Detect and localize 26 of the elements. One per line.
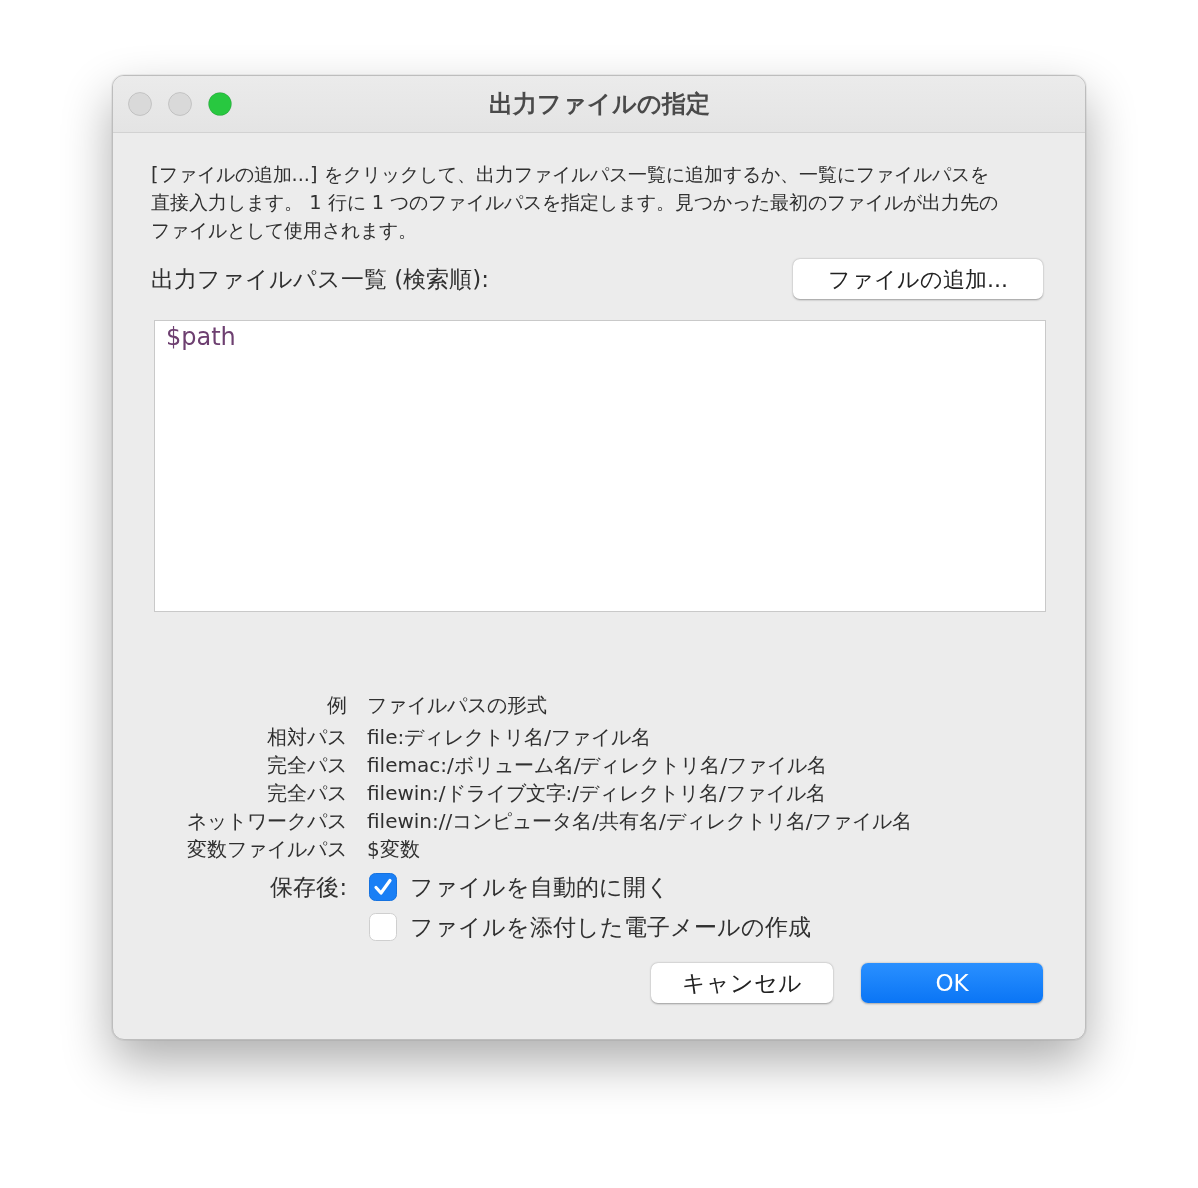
path-type-label: 相対パス — [266, 724, 347, 751]
checkbox-label[interactable]: ファイルを自動的に開く — [410, 873, 670, 901]
window-title: 出力ファイルの指定 — [488, 90, 710, 118]
close-button[interactable] — [128, 92, 152, 116]
cancel-button[interactable]: キャンセル — [651, 963, 833, 1003]
path-format-text: $変数 — [367, 836, 421, 863]
checkbox[interactable] — [369, 873, 397, 901]
path-type-label: 変数ファイルパス — [186, 836, 347, 863]
path-format-text: file:ディレクトリ名/ファイル名 — [367, 724, 652, 751]
path-format-text: filewin:/ドライブ文字:/ディレクトリ名/ファイル名 — [367, 780, 827, 807]
path-format-text: filemac:/ボリューム名/ディレクトリ名/ファイル名 — [367, 752, 829, 779]
path-list-label: 出力ファイルパス一覧 (検索順): — [151, 264, 489, 294]
checkbox-label[interactable]: ファイルを添付した電子メールの作成 — [410, 913, 811, 941]
after-save-label: 保存後: — [269, 873, 347, 901]
add-file-button[interactable]: ファイルの追加... — [793, 259, 1043, 299]
minimize-button[interactable] — [168, 92, 192, 116]
example-header: 例 — [326, 692, 347, 719]
format-header: ファイルパスの形式 — [367, 692, 548, 719]
path-list-field[interactable]: $path — [154, 320, 1046, 612]
path-type-label: 完全パス — [266, 780, 347, 807]
description-text: [ファイルの追加...] をクリックして、出力ファイルパス一覧に追加するか、一覧にファイルパスを直接入力します。 1 行に 1 つのファイルパスを指定します。見つかった最初のファイルが出力先のファイルとして使用されます。 — [151, 162, 999, 244]
zoom-button[interactable] — [208, 92, 232, 116]
ok-button[interactable]: OK — [861, 963, 1043, 1003]
path-type-label: ネットワークパス — [186, 808, 347, 835]
path-format-text: filewin://コンピュータ名/共有名/ディレクトリ名/ファイル名 — [367, 808, 914, 835]
path-type-label: 完全パス — [266, 752, 347, 779]
